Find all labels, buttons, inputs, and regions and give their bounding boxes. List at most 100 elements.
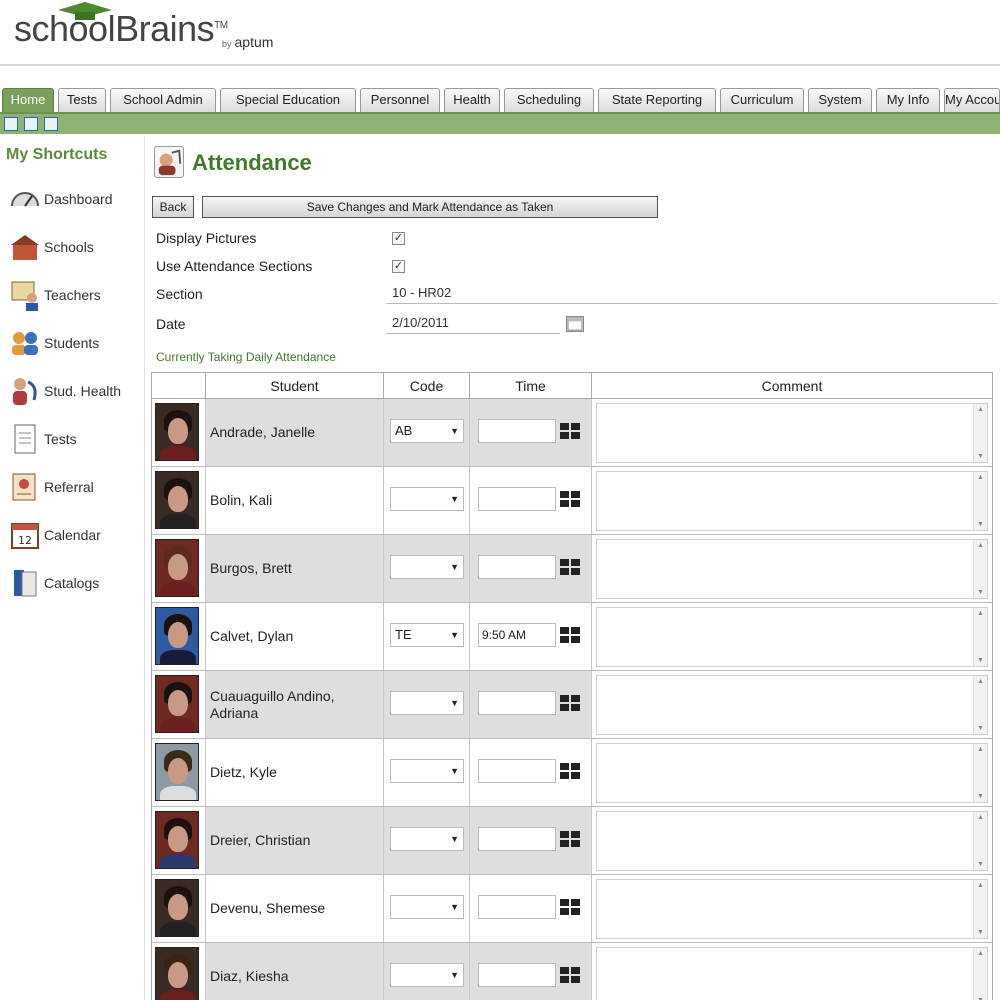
comment-textarea[interactable]: ▲▼	[596, 675, 988, 735]
time-picker-icon[interactable]	[560, 967, 582, 983]
dropdown-arrow-icon: ▼	[450, 630, 459, 640]
time-picker-icon[interactable]	[560, 899, 582, 915]
sub-toolbar	[0, 112, 1000, 134]
tab-curriculum[interactable]: Curriculum	[720, 88, 804, 112]
comment-textarea[interactable]: ▲▼	[596, 403, 988, 463]
display-pictures-checkbox[interactable]: ✓	[392, 232, 405, 245]
comment-scrollbar[interactable]: ▲▼	[973, 404, 987, 462]
time-input[interactable]	[478, 827, 556, 851]
sidebar-item-students[interactable]: Students	[8, 324, 140, 364]
code-select[interactable]: ▼	[390, 487, 464, 511]
time-picker-icon[interactable]	[560, 423, 582, 439]
refresh-icon[interactable]	[24, 117, 38, 131]
comment-cell: ▲▼	[592, 399, 992, 466]
student-name[interactable]: Dreier, Christian	[210, 807, 380, 874]
student-photo	[155, 743, 199, 801]
comment-textarea[interactable]: ▲▼	[596, 947, 988, 1000]
comment-textarea[interactable]: ▲▼	[596, 471, 988, 531]
sidebar-item-referral[interactable]: Referral	[8, 468, 140, 508]
tab-system[interactable]: System	[808, 88, 872, 112]
col-photo-header	[152, 373, 206, 399]
sidebar-item-dashboard[interactable]: Dashboard	[8, 180, 140, 220]
sidebar-item-calendar[interactable]: 12 Calendar	[8, 516, 140, 556]
code-select[interactable]: ▼	[390, 895, 464, 919]
home-small-icon[interactable]	[4, 117, 18, 131]
code-select[interactable]: ▼	[390, 555, 464, 579]
save-attendance-button[interactable]: Save Changes and Mark Attendance as Take…	[202, 196, 658, 218]
sidebar-item-tests[interactable]: Tests	[8, 420, 140, 460]
comment-scrollbar[interactable]: ▲▼	[973, 948, 987, 1000]
student-name[interactable]: Diaz, Kiesha	[210, 943, 380, 1000]
comment-scrollbar[interactable]: ▲▼	[973, 608, 987, 666]
sidebar-item-schools[interactable]: Schools	[8, 228, 140, 268]
tab-health[interactable]: Health	[444, 88, 500, 112]
tab-my-info[interactable]: My Info	[876, 88, 940, 112]
catalog-icon	[14, 570, 37, 597]
time-input[interactable]	[478, 759, 556, 783]
comment-scrollbar[interactable]: ▲▼	[973, 676, 987, 734]
student-name[interactable]: Devenu, Shemese	[210, 875, 380, 942]
student-name[interactable]: Cuauaguillo Andino, Adriana	[210, 671, 380, 738]
comment-textarea[interactable]: ▲▼	[596, 811, 988, 871]
code-select[interactable]: ▼	[390, 963, 464, 987]
time-picker-icon[interactable]	[560, 559, 582, 575]
calendar-picker-icon[interactable]	[566, 316, 584, 332]
tab-my-accounts[interactable]: My Accounts	[944, 88, 1000, 112]
code-select[interactable]: ▼	[390, 759, 464, 783]
comment-textarea[interactable]: ▲▼	[596, 607, 988, 667]
tab-tests[interactable]: Tests	[58, 88, 106, 112]
tab-school-admin[interactable]: School Admin	[110, 88, 216, 112]
sidebar-item-label: Referral	[44, 479, 94, 495]
tab-home[interactable]: Home	[2, 88, 54, 112]
back-button[interactable]: Back	[152, 196, 194, 218]
code-select[interactable]: TE ▼	[390, 623, 464, 647]
student-name[interactable]: Burgos, Brett	[210, 535, 380, 602]
table-row: Diaz, Kiesha ▼ ▲▼	[152, 943, 992, 1000]
comment-textarea[interactable]: ▲▼	[596, 879, 988, 939]
time-input[interactable]	[478, 895, 556, 919]
time-input[interactable]	[478, 963, 556, 987]
time-input[interactable]	[478, 487, 556, 511]
time-picker-icon[interactable]	[560, 831, 582, 847]
comment-scrollbar[interactable]: ▲▼	[973, 472, 987, 530]
student-name[interactable]: Bolin, Kali	[210, 467, 380, 534]
code-select[interactable]: AB ▼	[390, 419, 464, 443]
sidebar-item-teachers[interactable]: Teachers	[8, 276, 140, 316]
tab-state-reporting[interactable]: State Reporting	[598, 88, 716, 112]
tab-special-education[interactable]: Special Education	[220, 88, 356, 112]
photo-cell	[152, 467, 206, 534]
attendance-table: Student Code Time Comment Andrade, Janel…	[151, 372, 993, 1000]
comment-scrollbar[interactable]: ▲▼	[973, 540, 987, 598]
use-sections-checkbox[interactable]: ✓	[392, 260, 405, 273]
sidebar-item-catalogs[interactable]: Catalogs	[8, 564, 140, 604]
help-icon[interactable]	[44, 117, 58, 131]
comment-scrollbar[interactable]: ▲▼	[973, 812, 987, 870]
tab-personnel[interactable]: Personnel	[360, 88, 440, 112]
comment-textarea[interactable]: ▲▼	[596, 539, 988, 599]
logo[interactable]: schoolBrainsTM	[14, 8, 228, 50]
time-input[interactable]	[478, 555, 556, 579]
time-input[interactable]	[478, 419, 556, 443]
code-select[interactable]: ▼	[390, 691, 464, 715]
date-field[interactable]: 2/10/2011	[386, 312, 560, 334]
time-input[interactable]: 9:50 AM	[478, 623, 556, 647]
sidebar-item-stud-health[interactable]: Stud. Health	[8, 372, 140, 412]
comment-textarea[interactable]: ▲▼	[596, 743, 988, 803]
student-name[interactable]: Dietz, Kyle	[210, 739, 380, 806]
student-name[interactable]: Calvet, Dylan	[210, 603, 380, 670]
student-photo	[155, 879, 199, 937]
comment-scrollbar[interactable]: ▲▼	[973, 744, 987, 802]
student-cell: Diaz, Kiesha	[206, 943, 384, 1000]
code-select[interactable]: ▼	[390, 827, 464, 851]
tab-scheduling[interactable]: Scheduling	[504, 88, 594, 112]
time-input[interactable]	[478, 691, 556, 715]
time-picker-icon[interactable]	[560, 763, 582, 779]
photo-cell	[152, 943, 206, 1000]
byline-by: by	[222, 39, 232, 49]
student-name[interactable]: Andrade, Janelle	[210, 399, 380, 466]
section-field[interactable]: 10 - HR02	[386, 282, 998, 304]
time-picker-icon[interactable]	[560, 491, 582, 507]
time-picker-icon[interactable]	[560, 695, 582, 711]
comment-scrollbar[interactable]: ▲▼	[973, 880, 987, 938]
time-picker-icon[interactable]	[560, 627, 582, 643]
